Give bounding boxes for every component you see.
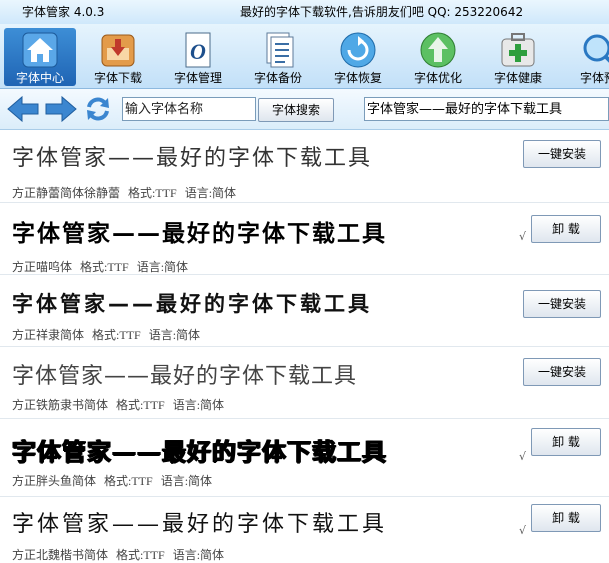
restore-icon [340, 32, 376, 68]
home-icon [22, 32, 58, 68]
font-name: 方正胖头鱼简体 [12, 474, 97, 488]
toolbar-font-health[interactable]: 字体健康 [482, 28, 554, 86]
font-preview: 字体管家——最好的字体下载工具 [12, 364, 358, 389]
font-info: 方正铁筋隶书简体 格式:TTF 语言:简体 [12, 396, 232, 413]
font-info: 方正静蕾简体徐静蕾 格式:TTF 语言:简体 [12, 184, 244, 201]
font-info: 方正北魏楷书简体 格式:TTF 语言:简体 [12, 546, 232, 563]
font-info: 方正胖头鱼简体 格式:TTF 语言:简体 [12, 472, 220, 489]
font-row: 字体管家——最好的字体下载工具 √ 卸 载 方正胖头鱼简体 格式:TTF 语言:简体 [0, 418, 609, 497]
first-aid-icon [501, 33, 535, 67]
font-row: 字体管家——最好的字体下载工具 一键安装 方正静蕾简体徐静蕾 格式:TTF 语言:简… [0, 130, 609, 203]
toolbar-font-preview[interactable]: 字体预 [562, 28, 609, 86]
preview-text-input[interactable]: 字体管家——最好的字体下载工具 [364, 97, 609, 121]
toolbar-label: 字体优化 [413, 71, 462, 85]
toolbar-label: 字体预 [579, 71, 609, 85]
optimize-icon [420, 32, 456, 68]
uninstall-button[interactable]: 卸 载 [531, 428, 601, 456]
font-name: 方正祥隶简体 [12, 328, 85, 342]
font-format: 格式:TTF [92, 328, 141, 342]
font-preview: 字体管家——最好的字体下载工具 [12, 512, 388, 537]
main-toolbar: 字体中心 字体下载 O 字体管理 字体备份 字体恢复 字体优化 字体健康 字体 [0, 24, 609, 89]
font-row: 字体管家——最好的字体下载工具 √ 卸 载 方正北魏楷书简体 格式:TTF 语言:简… [0, 496, 609, 563]
font-name: 方正北魏楷书简体 [12, 548, 109, 562]
install-button[interactable]: 一键安装 [523, 358, 601, 386]
font-language: 语言:简体 [184, 186, 237, 200]
toolbar-label: 字体下载 [93, 71, 142, 85]
installed-checkmark: √ [519, 230, 527, 243]
font-search-button[interactable]: 字体搜索 [258, 98, 334, 122]
installed-checkmark: √ [519, 524, 527, 537]
forward-arrow-icon[interactable] [44, 95, 78, 123]
search-bar: 输入字体名称 字体搜索 字体管家——最好的字体下载工具 [0, 89, 609, 130]
font-preview: 字体管家——最好的字体下载工具 [12, 438, 387, 466]
toolbar-font-restore[interactable]: 字体恢复 [322, 28, 394, 86]
font-language: 语言:简体 [172, 398, 225, 412]
font-language: 语言:简体 [160, 474, 213, 488]
font-preview: 字体管家——最好的字体下载工具 [12, 221, 387, 247]
font-language: 语言:简体 [136, 260, 189, 274]
uninstall-button[interactable]: 卸 载 [531, 215, 601, 243]
install-button[interactable]: 一键安装 [523, 140, 601, 168]
toolbar-font-backup[interactable]: 字体备份 [242, 28, 314, 86]
font-format: 格式:TTF [128, 186, 177, 200]
toolbar-label: 字体管理 [173, 71, 222, 85]
toolbar-font-download[interactable]: 字体下载 [82, 28, 154, 86]
font-info: 方正喵呜体 格式:TTF 语言:简体 [12, 258, 196, 275]
install-button[interactable]: 一键安装 [523, 290, 601, 318]
font-name-search-input[interactable]: 输入字体名称 [122, 97, 256, 121]
font-row: 字体管家——最好的字体下载工具 √ 卸 载 方正喵呜体 格式:TTF 语言:简体 [0, 202, 609, 275]
uninstall-button[interactable]: 卸 载 [531, 504, 601, 532]
app-slogan: 最好的字体下载软件,告诉朋友们吧 QQ: 253220642 [240, 5, 524, 19]
svg-text:O: O [190, 39, 206, 64]
font-language: 语言:简体 [148, 328, 201, 342]
toolbar-label: 字体中心 [15, 71, 64, 85]
font-name: 方正铁筋隶书简体 [12, 398, 109, 412]
document-icon [266, 32, 294, 68]
toolbar-font-center[interactable]: 字体中心 [4, 28, 76, 86]
font-row: 字体管家——最好的字体下载工具 一键安装 方正祥隶简体 格式:TTF 语言:简体 [0, 274, 609, 347]
font-format: 格式:TTF [80, 260, 129, 274]
font-language: 语言:简体 [172, 548, 225, 562]
font-name: 方正静蕾简体徐静蕾 [12, 186, 121, 200]
font-name: 方正喵呜体 [12, 260, 73, 274]
refresh-icon[interactable] [84, 95, 112, 123]
title-bar: 字体管家 4.0.3 最好的字体下载软件,告诉朋友们吧 QQ: 25322064… [0, 0, 609, 24]
font-format: 格式:TTF [116, 548, 165, 562]
toolbar-label: 字体恢复 [333, 71, 382, 85]
font-manage-icon: O [185, 32, 211, 68]
font-preview: 字体管家——最好的字体下载工具 [12, 146, 373, 171]
magnifier-icon [583, 34, 609, 63]
font-list: 字体管家——最好的字体下载工具 一键安装 方正静蕾简体徐静蕾 格式:TTF 语言:简… [0, 130, 609, 563]
toolbar-font-manage[interactable]: O 字体管理 [162, 28, 234, 86]
toolbar-label: 字体备份 [253, 71, 302, 85]
toolbar-label: 字体健康 [493, 71, 542, 85]
installed-checkmark: √ [519, 450, 527, 463]
download-box-icon [101, 34, 135, 67]
font-info: 方正祥隶简体 格式:TTF 语言:简体 [12, 326, 208, 343]
app-title: 字体管家 4.0.3 [22, 5, 105, 19]
back-arrow-icon[interactable] [6, 95, 40, 123]
toolbar-font-optimize[interactable]: 字体优化 [402, 28, 474, 86]
font-format: 格式:TTF [104, 474, 153, 488]
font-preview: 字体管家——最好的字体下载工具 [12, 292, 372, 316]
font-format: 格式:TTF [116, 398, 165, 412]
font-row: 字体管家——最好的字体下载工具 一键安装 方正铁筋隶书简体 格式:TTF 语言:简体 [0, 346, 609, 419]
